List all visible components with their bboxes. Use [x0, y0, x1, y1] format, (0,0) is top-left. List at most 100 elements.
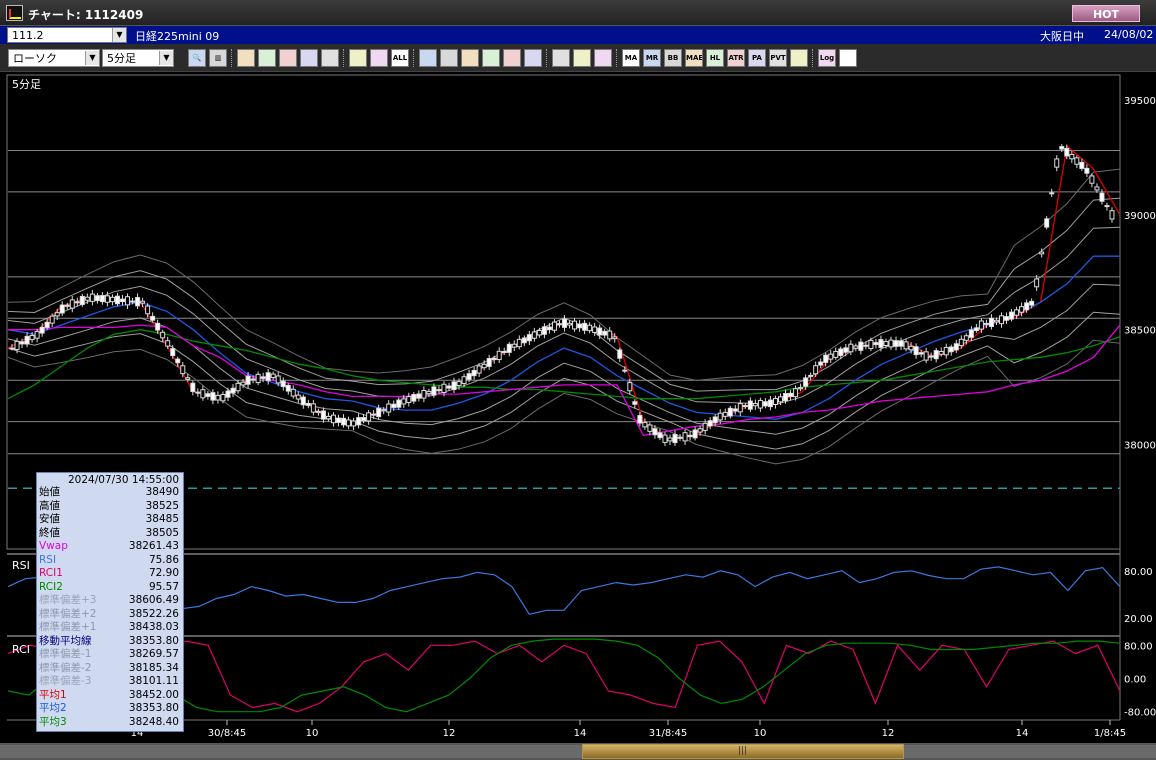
candle-body — [270, 373, 276, 379]
candle-body — [762, 401, 768, 407]
draw-icon-2[interactable] — [258, 49, 276, 67]
candle-body — [627, 382, 633, 392]
trash-icon[interactable] — [524, 49, 542, 67]
bar-spacing-icon[interactable]: ▥ — [209, 49, 227, 67]
candle-body — [863, 344, 869, 347]
line-icon[interactable] — [440, 49, 458, 67]
draw-icon-4[interactable] — [300, 49, 318, 67]
chart-area[interactable]: 39500 39000 38500 38000 80.00 20.00 80.00 0.00 -… — [0, 72, 1156, 760]
candle-body — [125, 296, 131, 306]
candle-icon-1[interactable] — [349, 49, 367, 67]
candle-body — [1104, 205, 1110, 208]
time-tick-label: 12 — [882, 728, 895, 739]
pvt-button[interactable]: PVT — [769, 49, 787, 67]
export-icon[interactable] — [839, 49, 857, 67]
mae-button[interactable]: MAE — [685, 49, 703, 67]
data-panel-row: 安値 38485 — [37, 513, 183, 527]
candle-body — [1014, 309, 1020, 316]
hl-button[interactable]: HL — [706, 49, 724, 67]
wrench-icon[interactable] — [573, 49, 591, 67]
symbol-bar: 111.2 ▼ 日経225mini 09 大阪日中 24/08/02 — [0, 26, 1156, 44]
candle-body — [567, 322, 573, 326]
chevron-down-icon[interactable]: ▼ — [112, 28, 126, 42]
data-panel-row: RCI1 72.90 — [37, 567, 183, 581]
candle-body — [963, 335, 969, 341]
horizontal-scrollbar[interactable]: ||| — [0, 743, 1156, 760]
log-button[interactable]: Log — [818, 49, 836, 67]
price-tick-label: 38000 — [1124, 441, 1156, 452]
frame-icon[interactable] — [790, 49, 808, 67]
data-panel: 2024/07/30 14:55:00 始値 38490 高値 38525 安値 3848… — [36, 472, 184, 732]
candle-body — [742, 404, 748, 407]
candle-body — [531, 331, 537, 339]
candle-body — [59, 304, 65, 314]
candle-body — [823, 354, 829, 363]
data-panel-row: 高値 38525 — [37, 500, 183, 514]
hot-button[interactable]: HOT — [1072, 5, 1140, 22]
chevron-down-icon[interactable]: ▼ — [85, 51, 99, 65]
candle-body — [551, 321, 557, 331]
scrollbar-track[interactable] — [0, 745, 1156, 758]
candle-body — [486, 358, 492, 367]
all-button[interactable]: ALL — [391, 49, 409, 67]
candle-body — [255, 373, 261, 384]
ma-button[interactable]: MA — [622, 49, 640, 67]
pa-button[interactable]: PA — [748, 49, 766, 67]
data-panel-label: 標準偏差+3 — [39, 594, 97, 606]
candle-body — [74, 301, 80, 304]
timeframe-select[interactable]: 5分足 ▼ — [102, 49, 174, 67]
mr-button[interactable]: MR — [643, 49, 661, 67]
timeframe-label: 5分足 — [12, 78, 41, 91]
candle-body — [145, 305, 151, 315]
data-panel-row: 標準偏差+1 38438.03 — [37, 621, 183, 635]
candle-body — [140, 300, 146, 304]
pen-icon[interactable] — [419, 49, 437, 67]
candle-icon-2[interactable] — [370, 49, 388, 67]
candle-body — [104, 295, 110, 303]
candle-body — [391, 403, 397, 408]
chevron-down-icon[interactable]: ▼ — [159, 51, 173, 65]
candle-body — [1034, 278, 1040, 288]
candle-body — [617, 349, 623, 359]
candle-body — [873, 342, 879, 346]
scrollbar-thumb[interactable]: ||| — [582, 744, 904, 759]
atr-button[interactable]: ATR — [727, 49, 745, 67]
draw-icon-5[interactable] — [321, 49, 339, 67]
data-panel-label: 平均2 — [39, 702, 67, 714]
candle-body — [712, 416, 718, 424]
color-icon[interactable] — [594, 49, 612, 67]
draw-icon-1[interactable] — [237, 49, 255, 67]
candle-body — [120, 298, 126, 303]
symbol-select-value: 111.2 — [12, 29, 44, 42]
candle-body — [707, 420, 713, 427]
candle-body — [386, 403, 392, 413]
candle-body — [416, 393, 422, 399]
candle-body — [235, 382, 241, 392]
candle-body — [1069, 153, 1075, 160]
candle-body — [315, 410, 321, 413]
data-panel-label: 始値 — [39, 486, 60, 498]
symbol-select[interactable]: 111.2 ▼ — [7, 27, 127, 43]
window-title: チャート: 1112409 — [28, 8, 144, 22]
candle-body — [732, 408, 738, 412]
candle-body — [667, 437, 673, 442]
candle-body — [1089, 175, 1095, 184]
candle-body — [582, 322, 588, 331]
undo-icon[interactable] — [482, 49, 500, 67]
bb-button[interactable]: BB — [664, 49, 682, 67]
date-label: 24/08/02 — [1104, 28, 1154, 41]
candle-body — [240, 381, 246, 386]
zoom-icon[interactable]: 🔍 — [188, 49, 206, 67]
cursor-icon[interactable] — [461, 49, 479, 67]
candle-body — [898, 340, 904, 347]
note-icon[interactable] — [503, 49, 521, 67]
candle-body — [175, 358, 181, 364]
candle-body — [426, 390, 432, 395]
candle-body — [647, 424, 653, 432]
draw-icon-3[interactable] — [279, 49, 297, 67]
candle-body — [265, 372, 271, 382]
chart-type-select[interactable]: ローソク ▼ — [8, 49, 100, 67]
candle-body — [89, 293, 95, 302]
settings-icon[interactable] — [552, 49, 570, 67]
data-panel-value: 38353.80 — [128, 634, 179, 647]
